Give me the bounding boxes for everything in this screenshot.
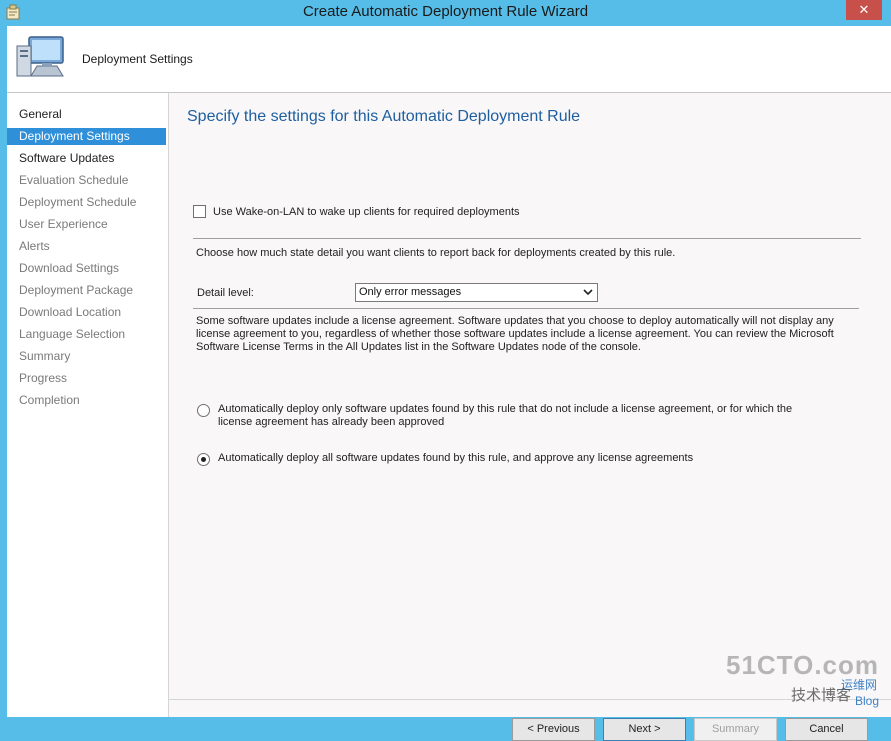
nav-item-deployment-package[interactable]: Deployment Package xyxy=(7,282,166,299)
nav-item-alerts[interactable]: Alerts xyxy=(7,238,166,255)
next-button[interactable]: Next > xyxy=(603,718,686,741)
wake-on-lan-label: Use Wake-on-LAN to wake up clients for r… xyxy=(213,205,520,218)
separator xyxy=(193,308,859,309)
computer-icon xyxy=(16,36,64,77)
wizard-header: Deployment Settings xyxy=(7,26,891,93)
nav-item-language-selection[interactable]: Language Selection xyxy=(7,326,166,343)
watermark-text: 技术博客 xyxy=(790,687,851,704)
wake-on-lan-checkbox[interactable] xyxy=(193,205,206,218)
wizard-client: Deployment Settings General Deployment Se… xyxy=(7,26,891,741)
cancel-button[interactable]: Cancel xyxy=(785,718,868,741)
title-bar[interactable]: Create Automatic Deployment Rule Wizard … xyxy=(0,0,891,26)
nav-item-user-experience[interactable]: User Experience xyxy=(7,216,166,233)
separator xyxy=(193,238,861,239)
page-heading: Specify the settings for this Automatic … xyxy=(187,108,581,125)
footer-separator xyxy=(169,699,891,700)
radio-button-no-license[interactable] xyxy=(197,404,210,417)
radio-button-approve-all[interactable] xyxy=(197,453,210,466)
main-panel: Specify the settings for this Automatic … xyxy=(168,93,891,741)
state-detail-text: Choose how much state detail you want cl… xyxy=(196,247,676,259)
nav-item-completion[interactable]: Completion xyxy=(7,392,166,409)
nav-item-summary[interactable]: Summary xyxy=(7,348,166,365)
detail-level-label: Detail level: xyxy=(197,287,254,299)
nav-item-progress[interactable]: Progress xyxy=(7,370,166,387)
radio-option-approve-all[interactable]: Automatically deploy all software update… xyxy=(197,452,818,466)
window-title: Create Automatic Deployment Rule Wizard xyxy=(302,3,589,20)
wake-on-lan-row[interactable]: Use Wake-on-LAN to wake up clients for r… xyxy=(193,205,520,218)
wizard-nav: General Deployment Settings Software Updat… xyxy=(7,93,167,717)
detail-level-value: Only error messages xyxy=(359,286,462,298)
nav-item-download-settings[interactable]: Download Settings xyxy=(7,260,166,277)
nav-item-software-updates[interactable]: Software Updates xyxy=(7,150,166,167)
nav-item-general[interactable]: General xyxy=(7,106,166,123)
close-button[interactable]: ✕ xyxy=(846,0,882,20)
license-text: Some software updates include a license … xyxy=(196,315,834,353)
radio-label-no-license: Automatically deploy only software updat… xyxy=(218,403,793,428)
chevron-down-icon xyxy=(583,289,593,296)
nav-item-evaluation-schedule[interactable]: Evaluation Schedule xyxy=(7,172,166,189)
nav-item-deployment-schedule[interactable]: Deployment Schedule xyxy=(7,194,166,211)
radio-label-approve-all: Automatically deploy all software update… xyxy=(218,452,694,464)
header-title: Deployment Settings xyxy=(82,52,193,66)
detail-level-dropdown[interactable]: Only error messages xyxy=(355,283,598,302)
wizard-window: Create Automatic Deployment Rule Wizard … xyxy=(0,0,891,741)
nav-item-download-location[interactable]: Download Location xyxy=(7,304,166,321)
previous-button[interactable]: < Previous xyxy=(512,718,595,741)
radio-option-no-license[interactable]: Automatically deploy only software updat… xyxy=(197,403,818,429)
summary-button[interactable]: Summary xyxy=(694,718,777,741)
nav-item-deployment-settings[interactable]: Deployment Settings xyxy=(7,128,166,145)
watermark-text: Blog xyxy=(854,694,879,708)
